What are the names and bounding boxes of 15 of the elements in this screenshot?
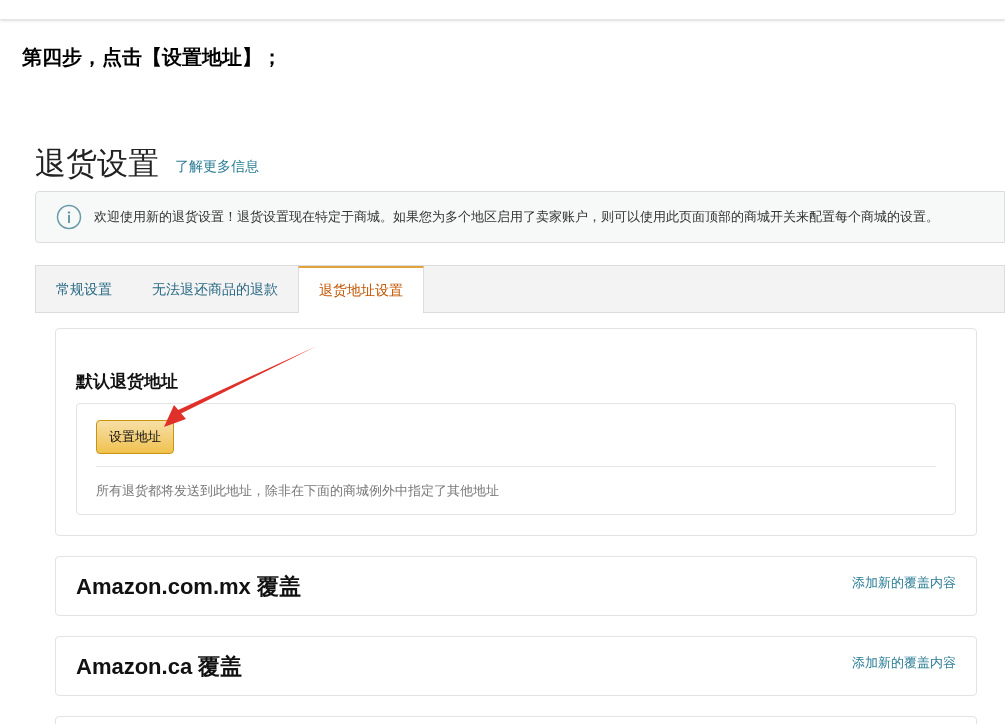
info-icon [56,204,82,230]
info-message: 欢迎使用新的退货设置！退货设置现在特定于商城。如果您为多个地区启用了卖家账户，则可以使用此页面顶部的商城开关来配置每个商城的设置。 [94,208,939,226]
add-override-link[interactable]: 添加新的覆盖内容 [852,653,956,673]
address-note: 所有退货都将发送到此地址，除非在下面的商城例外中指定了其他地址 [96,481,500,500]
step-instruction: 第四步，点击【设置地址】； [22,46,282,68]
set-address-button[interactable]: 设置地址 [96,419,174,454]
override-title: Amazon.ca 覆盖 [76,652,243,681]
tab[interactable]: 退货地址设置 [298,266,424,313]
page-title: 退货设置 [35,148,159,179]
learn-more-link[interactable]: 了解更多信息 [175,156,259,177]
section-heading: 默认退货地址 [76,371,179,393]
override-title: Amazon.com.mx 覆盖 [76,572,301,601]
tab[interactable]: 无法退还商品的退款 [132,266,298,312]
tab[interactable]: 常规设置 [36,266,132,312]
add-override-link[interactable]: 添加新的覆盖内容 [852,573,956,593]
